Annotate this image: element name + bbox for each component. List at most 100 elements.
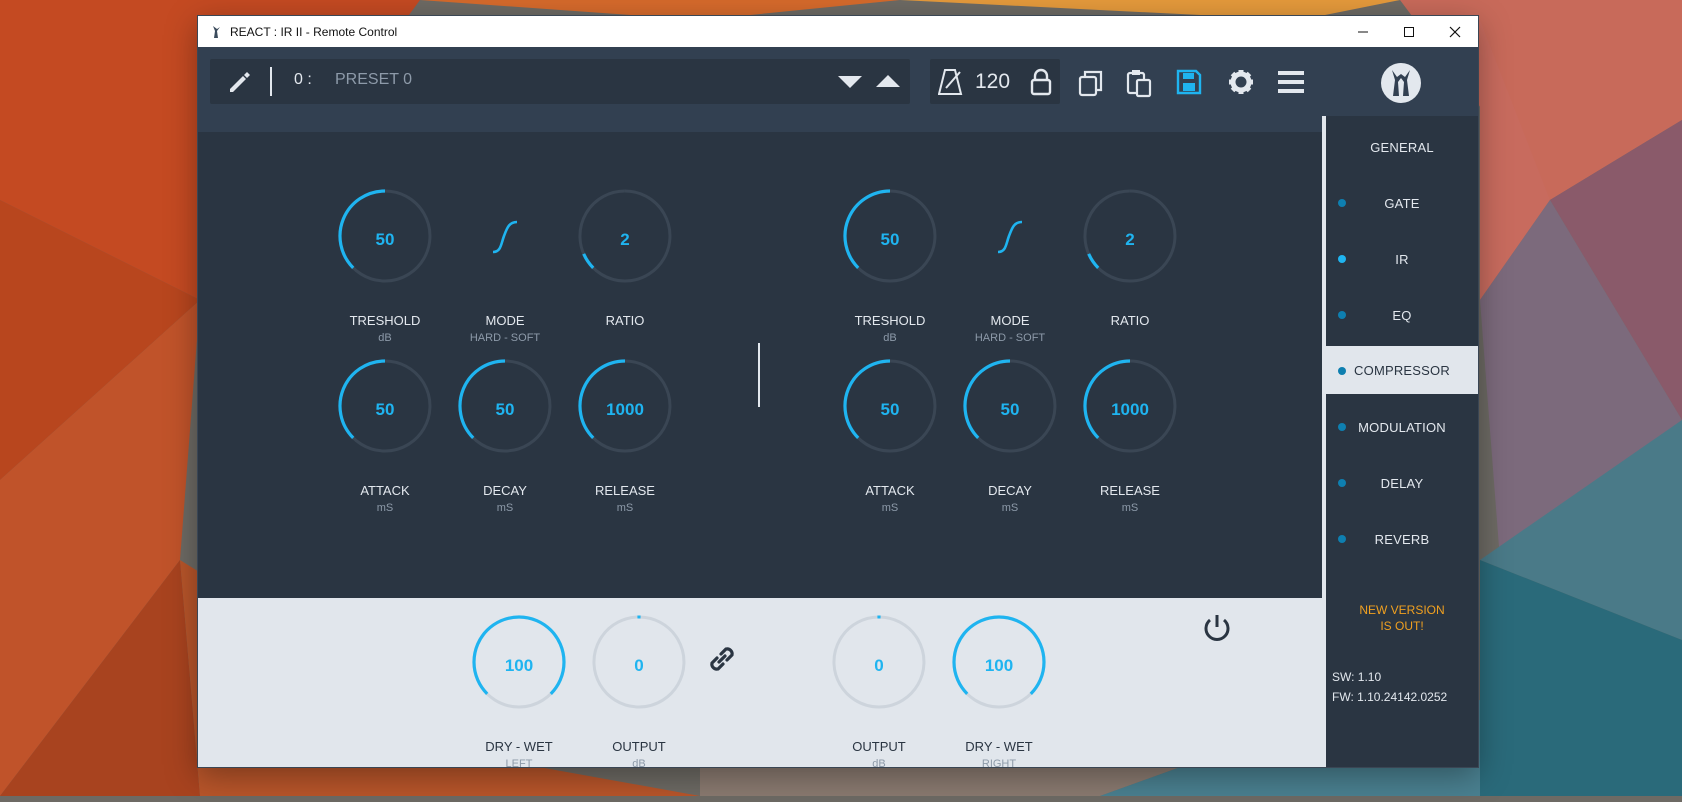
- dry-wet-knob-left[interactable]: 100 DRY - WET LEFT: [464, 612, 574, 802]
- minimize-icon: [1358, 31, 1368, 32]
- sidebar-item-gate[interactable]: GATE: [1326, 178, 1478, 228]
- mode-toggle-left[interactable]: MODE HARD - SOFT: [450, 186, 560, 376]
- knob-unit: dB: [632, 758, 646, 770]
- new-version-link[interactable]: NEW VERSION IS OUT!: [1326, 602, 1478, 634]
- sidebar-nav: GENERAL GATE IR EQ COMPRESSOR MODULATION…: [1322, 116, 1478, 767]
- knob-unit: mS: [616, 502, 634, 514]
- tempo-value[interactable]: 120: [975, 70, 1010, 94]
- attack-knob-right[interactable]: 50 ATTACK mS: [835, 356, 945, 546]
- sidebar-item-label: COMPRESSOR: [1354, 362, 1450, 378]
- release-knob-left[interactable]: 1000 RELEASE mS: [570, 356, 680, 546]
- knob-label: MODE: [485, 313, 525, 328]
- edit-pencil-icon[interactable]: [226, 69, 252, 95]
- knob-value: 50: [375, 400, 395, 419]
- preset-up-icon[interactable]: [875, 73, 901, 89]
- decay-knob-left[interactable]: 50 DECAY mS: [450, 356, 560, 546]
- knob-value: 1000: [1111, 400, 1149, 419]
- preset-number: 0 :: [294, 71, 312, 88]
- maximize-icon: [1404, 26, 1414, 37]
- firmware-version: FW: 1.10.24142.0252: [1332, 690, 1448, 704]
- close-icon: [1449, 26, 1461, 37]
- knob-unit: LEFT: [505, 758, 533, 770]
- knob-unit: mS: [376, 502, 394, 514]
- sidebar-item-modulation[interactable]: MODULATION: [1326, 402, 1478, 452]
- knob-unit: dB: [883, 332, 897, 344]
- link-chain-icon[interactable]: [705, 642, 739, 676]
- release-knob-right[interactable]: 1000 RELEASE mS: [1075, 356, 1185, 546]
- sidebar-item-reverb[interactable]: REVERB: [1326, 514, 1478, 564]
- sidebar-item-label: DELAY: [1380, 475, 1424, 491]
- menu-hamburger-icon[interactable]: [1278, 70, 1304, 94]
- power-icon[interactable]: [1201, 612, 1233, 644]
- threshold-knob-right[interactable]: 50 TRESHOLD dB: [835, 186, 945, 376]
- knob-unit: HARD - SOFT: [469, 332, 541, 344]
- knob-unit: HARD - SOFT: [974, 332, 1046, 344]
- knob-label: TRESHOLD: [349, 313, 421, 328]
- knob-label: MODE: [990, 313, 1030, 328]
- sidebar-item-ir[interactable]: IR: [1326, 234, 1478, 284]
- sidebar-item-eq[interactable]: EQ: [1326, 290, 1478, 340]
- preset-down-icon[interactable]: [837, 74, 863, 90]
- knob-label: ATTACK: [865, 483, 915, 498]
- knob-label: OUTPUT: [612, 739, 666, 754]
- sidebar-item-general[interactable]: GENERAL: [1326, 122, 1478, 172]
- knob-label: RELEASE: [1100, 483, 1160, 498]
- tempo-box: 120: [930, 59, 1060, 104]
- preset-selector: 0 : PRESET 0: [210, 59, 910, 104]
- output-knob-right[interactable]: 0 OUTPUT dB: [824, 612, 934, 802]
- new-version-line2: IS OUT!: [1380, 619, 1424, 633]
- ratio-knob-right[interactable]: 2 RATIO: [1075, 186, 1185, 376]
- soft-knee-curve-icon: [492, 220, 518, 254]
- copy-icon[interactable]: [1078, 69, 1104, 97]
- knob-unit: mS: [496, 502, 514, 514]
- soft-knee-curve-icon: [997, 220, 1023, 254]
- knob-label: DECAY: [988, 483, 1032, 498]
- close-button[interactable]: [1432, 16, 1478, 47]
- lock-icon[interactable]: [1030, 68, 1052, 96]
- knob-unit: mS: [1121, 502, 1139, 514]
- knob-value: 1000: [606, 400, 644, 419]
- sidebar-item-label: IR: [1395, 251, 1409, 267]
- knob-value: 2: [620, 230, 630, 249]
- sidebar-item-label: REVERB: [1374, 531, 1430, 547]
- knob-value: 50: [880, 400, 900, 419]
- dry-wet-knob-right[interactable]: 100 DRY - WET RIGHT: [944, 612, 1054, 802]
- knob-label: RATIO: [1110, 313, 1150, 328]
- decay-knob-right[interactable]: 50 DECAY mS: [955, 356, 1065, 546]
- knob-value: 50: [495, 400, 515, 419]
- channel-divider: [758, 343, 760, 407]
- app-logo-icon: [213, 25, 220, 38]
- knob-value: 50: [1000, 400, 1020, 419]
- paste-icon[interactable]: [1126, 68, 1152, 98]
- settings-gear-icon[interactable]: [1228, 69, 1254, 95]
- sidebar-item-label: MODULATION: [1358, 419, 1446, 435]
- knob-unit: dB: [872, 758, 886, 770]
- knob-label: RELEASE: [595, 483, 655, 498]
- status-dot: [1338, 423, 1346, 431]
- knob-value: 100: [504, 656, 534, 675]
- attack-knob-left[interactable]: 50 ATTACK mS: [330, 356, 440, 546]
- knob-label: DECAY: [483, 483, 527, 498]
- preset-name[interactable]: PRESET 0: [335, 71, 412, 89]
- maximize-button[interactable]: [1386, 16, 1432, 47]
- title-bar: REACT : IR II - Remote Control: [198, 16, 1478, 47]
- sidebar-item-delay[interactable]: DELAY: [1326, 458, 1478, 508]
- software-version: SW: 1.10: [1332, 670, 1382, 684]
- output-knob-left[interactable]: 0 OUTPUT dB: [584, 612, 694, 802]
- save-icon[interactable]: [1176, 69, 1202, 95]
- mode-toggle-right[interactable]: MODE HARD - SOFT: [955, 186, 1065, 376]
- minimize-button[interactable]: [1340, 16, 1386, 47]
- threshold-knob-left[interactable]: 50 TRESHOLD dB: [330, 186, 440, 376]
- knob-unit: RIGHT: [981, 758, 1017, 770]
- sidebar-item-compressor[interactable]: COMPRESSOR: [1326, 346, 1478, 394]
- brand-logo-icon: [1381, 63, 1421, 103]
- metronome-icon[interactable]: [938, 68, 964, 96]
- window-title: REACT : IR II - Remote Control: [230, 24, 398, 39]
- knob-value: 50: [880, 230, 900, 249]
- compressor-panel: 50 TRESHOLD dB MODE HARD - SOFT 2 RATIO 50 ATTAC…: [198, 132, 1318, 613]
- status-dot: [1338, 311, 1346, 319]
- status-dot: [1338, 367, 1346, 375]
- ratio-knob-left[interactable]: 2 RATIO: [570, 186, 680, 376]
- output-bar: 100 DRY - WET LEFT 0 OUTPUT dB 0 OUTPUT dB 100 DRY…: [198, 598, 1322, 770]
- toolbar: 0 : PRESET 0 120: [198, 47, 1478, 132]
